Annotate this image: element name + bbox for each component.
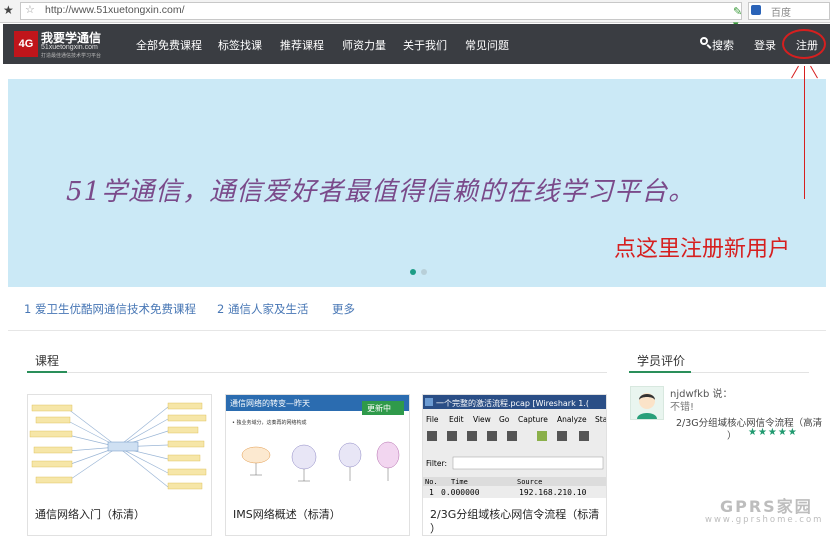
review-said: 说： xyxy=(712,389,733,400)
course-thumbnail-mindmap[interactable] xyxy=(28,395,211,498)
menu-view: View xyxy=(473,415,491,424)
bookmark-star-icon[interactable]: ★ xyxy=(3,3,14,17)
search-icon[interactable] xyxy=(700,37,708,45)
menu-capture: Capture xyxy=(518,415,548,424)
review-course-link-cont[interactable]: ） xyxy=(727,428,737,442)
nav-teachers[interactable]: 师资力量 xyxy=(342,37,386,53)
favorite-star-icon[interactable]: ☆ xyxy=(25,3,35,16)
courses-section-title: 课程 xyxy=(35,354,60,368)
col-time: Time xyxy=(451,478,468,486)
slide-title: 通信网络的转变—昨天 xyxy=(230,398,310,408)
avatar[interactable] xyxy=(630,386,664,420)
logo-domain: 51xuetongxin.com xyxy=(41,44,98,51)
register-highlight-circle xyxy=(782,29,826,59)
carousel-dot[interactable] xyxy=(421,269,427,275)
course-thumbnail-wireshark[interactable]: 一个完整的激活流程.pcap [Wireshark 1.( File Edit … xyxy=(423,395,606,498)
course-title[interactable]: IMS网络概述（标清） xyxy=(233,506,341,522)
site-navbar: 4G 我要学通信 51xuetongxin.com 打造最佳通信技术学习平台 全… xyxy=(3,24,830,64)
course-card[interactable]: 通信网络入门（标清） xyxy=(27,394,212,536)
annotation-arrow xyxy=(804,66,805,199)
reviews-section-underline xyxy=(629,371,691,373)
course-title[interactable]: 2/3G分组域核心网信令流程（标清 xyxy=(430,506,599,522)
search-engine-label[interactable]: 百度 xyxy=(771,4,791,19)
review-text: 不错! xyxy=(670,402,695,413)
courses-section-underline xyxy=(27,371,67,373)
course-title-cont[interactable]: ） xyxy=(430,520,441,535)
banner-slogan: 51学通信，通信爱好者最值得信赖的在线学习平台。 xyxy=(66,177,696,207)
slide-bullet: • 独业务域分，这奏再的网络构成 xyxy=(232,419,307,426)
nav-about[interactable]: 关于我们 xyxy=(403,37,447,53)
menu-file: File xyxy=(426,415,439,424)
course-card[interactable]: 一个完整的激活流程.pcap [Wireshark 1.( File Edit … xyxy=(422,394,607,536)
nav-all-free-courses[interactable]: 全部免费课程 xyxy=(136,37,202,53)
watermark-url: www.gprshome.com xyxy=(705,515,824,525)
browser-search-box[interactable]: 百度 xyxy=(748,2,830,20)
browser-toolbar: ★ ☆ http://www.51xuetongxin.com/ ✎ ▾ 百度 xyxy=(0,0,830,31)
menu-analyze: Analyze xyxy=(557,415,587,424)
site-logo[interactable]: 4G 我要学通信 51xuetongxin.com 打造最佳通信技术学习平台 xyxy=(14,29,104,59)
nav-recommended[interactable]: 推荐课程 xyxy=(280,37,324,53)
menu-edit: Edit xyxy=(449,415,464,424)
nav-tag-search[interactable]: 标签找课 xyxy=(218,37,262,53)
logo-slogan: 打造最佳通信技术学习平台 xyxy=(41,53,102,59)
menu-go: Go xyxy=(499,415,510,424)
logo-badge: 4G xyxy=(14,31,38,57)
search-engine-icon[interactable] xyxy=(751,5,761,15)
course-title[interactable]: 通信网络入门（标清） xyxy=(35,506,145,522)
nav-login[interactable]: 登录 xyxy=(754,37,776,53)
wireshark-filter-label: Filter: xyxy=(426,459,447,468)
user-avatar-icon xyxy=(631,387,663,419)
carousel-dot-active[interactable] xyxy=(410,269,416,275)
url-text[interactable]: http://www.51xuetongxin.com/ xyxy=(45,4,185,16)
courses-section-rule xyxy=(27,372,607,373)
col-no: No. xyxy=(425,478,438,486)
row-no: 1 xyxy=(429,488,434,497)
annotation-text: 点这里注册新用户 xyxy=(614,237,791,262)
reviews-section-title: 学员评价 xyxy=(637,354,686,368)
annotation-arrow-head xyxy=(810,65,818,79)
annotation-arrow-head xyxy=(791,65,799,79)
divider xyxy=(8,330,826,331)
course-card[interactable]: 通信网络的转变—昨天 更新中 • 独业务域分，这奏再的网络构成 IMS网络概述（… xyxy=(225,394,410,536)
menu-sta: Sta xyxy=(595,415,606,424)
watermark-logo: GPRS家园 xyxy=(720,497,813,516)
nav-faq[interactable]: 常见问题 xyxy=(465,37,509,53)
address-bar[interactable]: ☆ http://www.51xuetongxin.com/ ✎ ▾ xyxy=(20,2,742,31)
topic-link-more[interactable]: 更多 xyxy=(332,301,355,317)
course-thumbnail-slide[interactable]: 通信网络的转变—昨天 更新中 • 独业务域分，这奏再的网络构成 xyxy=(226,395,409,498)
rating-stars: ★★★★★ xyxy=(748,427,798,438)
col-source: Source xyxy=(517,478,542,486)
nav-search[interactable]: 搜索 xyxy=(712,37,734,53)
wireshark-title: 一个完整的激活流程.pcap [Wireshark 1.( xyxy=(436,398,589,408)
topic-link-1[interactable]: 1 爱卫生优酷网通信技术免费课程 xyxy=(24,301,196,317)
row-time: 0.000000 xyxy=(441,488,480,497)
slide-badge: 更新中 xyxy=(367,403,391,413)
row-source: 192.168.210.10 xyxy=(519,488,587,497)
topic-link-2[interactable]: 2 通信人家及生活 xyxy=(217,301,308,317)
